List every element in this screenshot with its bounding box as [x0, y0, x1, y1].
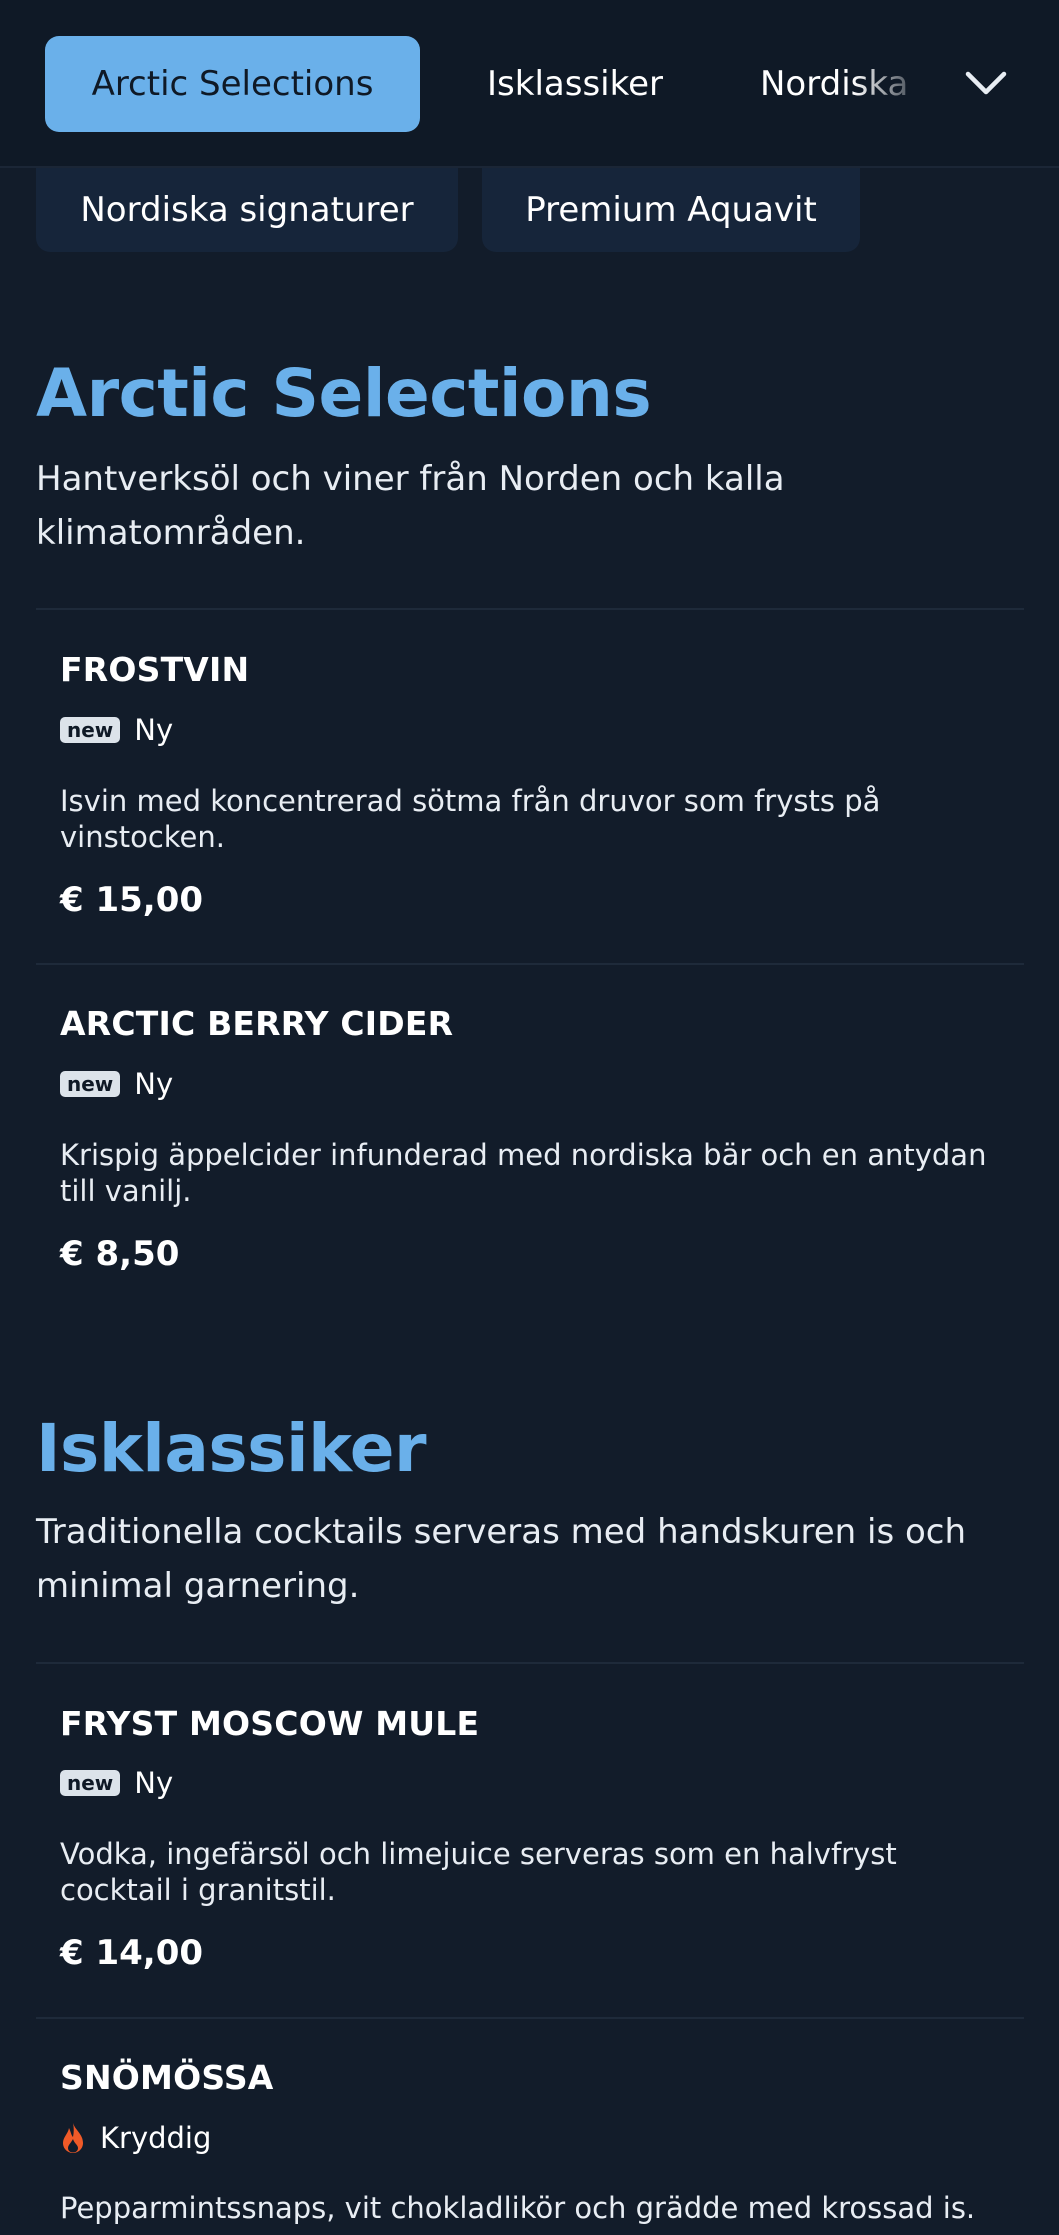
- item-price: € 14,00: [60, 1933, 204, 1973]
- item-price: € 8,50: [60, 1234, 180, 1274]
- tag-label: Kryddig: [100, 2121, 212, 2155]
- tab-nordiska-signaturer[interactable]: Nordiska signaturer: [36, 168, 458, 252]
- divider: [36, 963, 1024, 965]
- tab-isklassiker[interactable]: Isklassiker: [470, 36, 680, 132]
- tag-label: Ny: [134, 713, 174, 747]
- tag-label: Ny: [134, 1067, 174, 1101]
- tab-arctic-selections[interactable]: Arctic Selections: [45, 36, 420, 132]
- item-description: Vodka, ingefärsöl och limejuice serveras…: [60, 1837, 897, 1907]
- chevron-down-icon[interactable]: [960, 60, 1012, 108]
- tag-label: Ny: [134, 1766, 174, 1800]
- item-tag: new Ny: [60, 710, 173, 750]
- item-name: FRYST MOSCOW MULE: [60, 1704, 480, 1743]
- item-tag: new Ny: [60, 1763, 173, 1803]
- divider: [36, 608, 1024, 610]
- item-price: € 15,00: [60, 880, 204, 920]
- new-badge: new: [60, 1770, 121, 1796]
- tab-nordiska[interactable]: Nordiska: [760, 36, 930, 132]
- item-description: Pepparmintssnaps, vit chokladlikör och g…: [60, 2191, 976, 2225]
- divider: [36, 1662, 1024, 1664]
- category-nav: Arctic Selections Isklassiker Nordiska: [0, 0, 1059, 168]
- tab-premium-aquavit[interactable]: Premium Aquavit: [482, 168, 860, 252]
- item-name: FROSTVIN: [60, 650, 250, 689]
- new-badge: new: [60, 717, 121, 743]
- item-tag: Kryddig: [60, 2118, 211, 2158]
- flame-icon: [63, 2123, 83, 2153]
- divider: [36, 2017, 1024, 2019]
- item-description: Isvin med koncentrerad sötma från druvor…: [60, 784, 881, 854]
- section-description: Traditionella cocktails serveras med han…: [36, 1512, 967, 1606]
- item-description: Krispig äppelcider infunderad med nordis…: [60, 1138, 987, 1208]
- item-tag: new Ny: [60, 1064, 173, 1104]
- section-title: Isklassiker: [36, 1410, 427, 1487]
- item-name: SNÖMÖSSA: [60, 2058, 274, 2097]
- section-description: Hantverksöl och viner från Norden och ka…: [36, 459, 785, 553]
- new-badge: new: [60, 1071, 121, 1097]
- section-title: Arctic Selections: [36, 355, 652, 432]
- item-name: ARCTIC BERRY CIDER: [60, 1004, 454, 1043]
